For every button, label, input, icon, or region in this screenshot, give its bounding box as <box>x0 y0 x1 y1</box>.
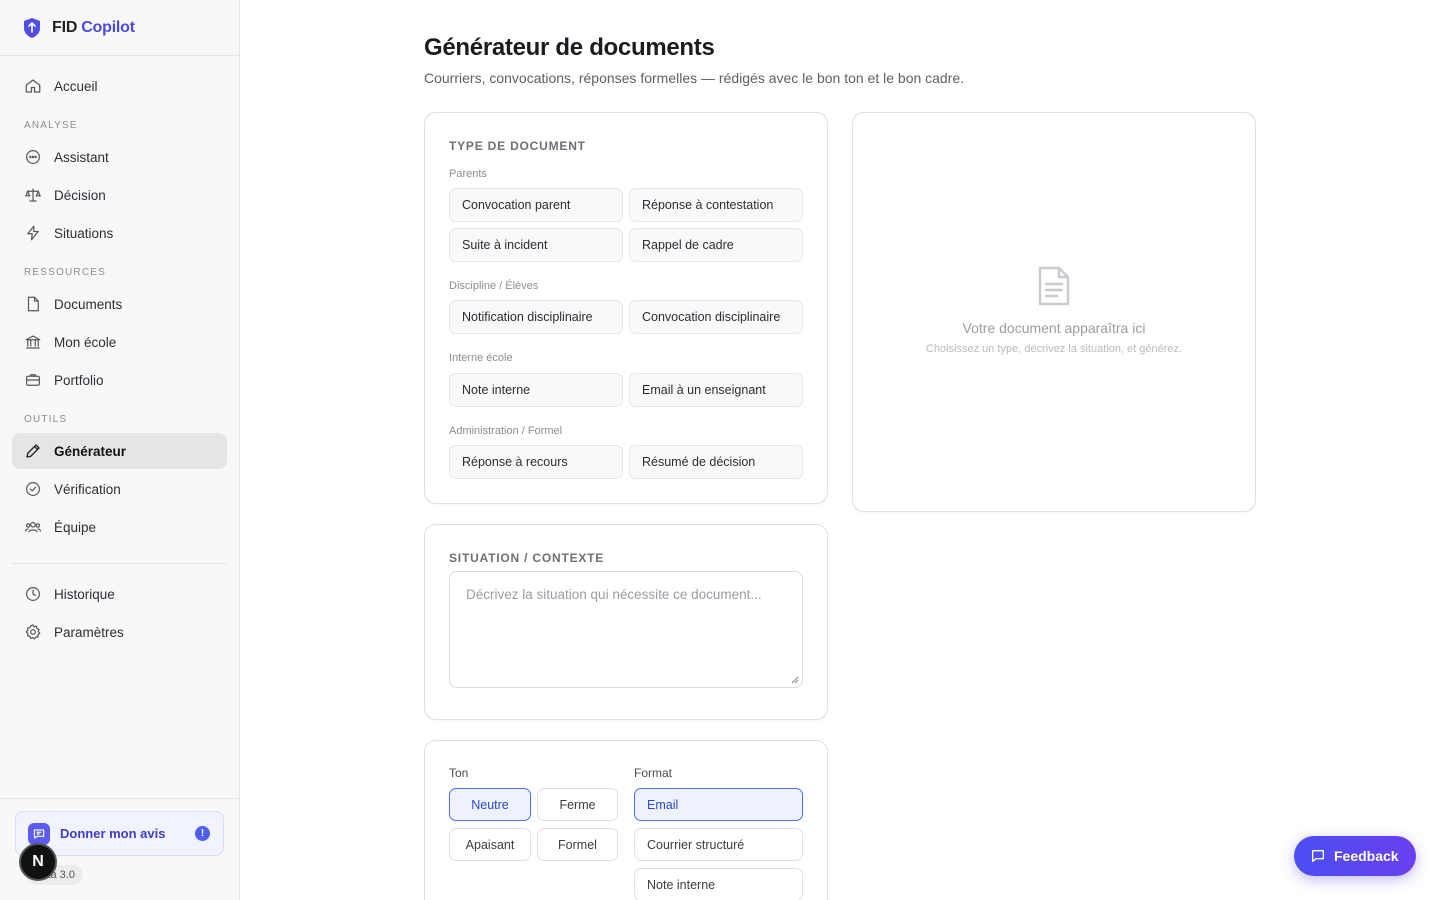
sidebar-footer: Donner mon avis ! Beta 3.0 N <box>0 798 239 900</box>
nav-label: Historique <box>54 586 115 602</box>
brand-name-accent: Copilot <box>81 18 135 36</box>
briefcase-icon <box>24 371 42 389</box>
document-icon <box>24 295 42 313</box>
nav-label: Portfolio <box>54 372 104 388</box>
nav-item-mon-ecole[interactable]: Mon école <box>12 324 227 360</box>
nav-item-accueil[interactable]: Accueil <box>12 68 227 104</box>
option-convocation-parent[interactable]: Convocation parent <box>449 188 623 222</box>
nav-item-equipe[interactable]: Équipe <box>12 509 227 545</box>
home-icon <box>24 77 42 95</box>
nav-item-generateur[interactable]: Générateur <box>12 433 227 469</box>
nav-item-situations[interactable]: Situations <box>12 215 227 251</box>
situation-card: SITUATION / CONTEXTE Décrivez la situati… <box>424 524 828 720</box>
format-option-email[interactable]: Email <box>634 788 803 821</box>
option-reponse-recours[interactable]: Réponse à recours <box>449 445 623 479</box>
tone-option-formel[interactable]: Formel <box>537 828 618 861</box>
shield-logo-icon <box>24 17 40 38</box>
format-label: Format <box>634 766 673 780</box>
format-option-note-interne[interactable]: Note interne <box>634 868 803 900</box>
nav-item-portfolio[interactable]: Portfolio <box>12 362 227 398</box>
gear-icon <box>24 623 42 641</box>
nav-label: Assistant <box>54 149 109 165</box>
card-title: TYPE DE DOCUMENT <box>449 139 586 153</box>
tone-format-card: Ton Neutre Ferme Apaisant Formel Format … <box>424 740 828 900</box>
page-subtitle: Courriers, convocations, réponses formel… <box>424 70 965 86</box>
floating-feedback-label: Feedback <box>1334 848 1399 864</box>
main-nav: Accueil ANALYSE Assistant Décision Situa… <box>0 56 239 650</box>
card-title: SITUATION / CONTEXTE <box>449 551 605 565</box>
brand-name: FID <box>52 18 78 36</box>
option-notification-disciplinaire[interactable]: Notification disciplinaire <box>449 300 623 334</box>
nav-label: Vérification <box>54 481 121 497</box>
main-content: Générateur de documents Courriers, convo… <box>240 0 1440 900</box>
preview-empty-title: Votre document apparaîtra ici <box>962 320 1146 336</box>
tone-label: Ton <box>449 766 469 780</box>
scales-icon <box>24 186 42 204</box>
tone-option-ferme[interactable]: Ferme <box>537 788 618 821</box>
nav-label: Documents <box>54 296 123 312</box>
document-placeholder-icon <box>1038 266 1070 306</box>
message-icon <box>28 822 50 845</box>
option-rappel-cadre[interactable]: Rappel de cadre <box>629 228 803 262</box>
nav-label: Accueil <box>54 78 98 94</box>
page-title: Générateur de documents <box>424 34 715 61</box>
lightning-icon <box>24 224 42 242</box>
document-type-card: TYPE DE DOCUMENT Parents Convocation par… <box>424 112 828 504</box>
section-label-analyse: ANALYSE <box>24 120 78 131</box>
divider <box>12 563 227 564</box>
nav-item-parametres[interactable]: Paramètres <box>12 614 227 650</box>
brand[interactable]: FID Copilot <box>0 0 239 56</box>
tone-option-apaisant[interactable]: Apaisant <box>449 828 531 861</box>
section-label-ressources: RESSOURCES <box>24 267 107 278</box>
nav-label: Situations <box>54 225 114 241</box>
message-square-icon <box>1312 850 1324 862</box>
nav-item-historique[interactable]: Historique <box>12 576 227 612</box>
option-convocation-disciplinaire[interactable]: Convocation disciplinaire <box>629 300 803 334</box>
group-label-administration: Administration / Formel <box>449 425 563 437</box>
nav-item-assistant[interactable]: Assistant <box>12 139 227 175</box>
preview-empty-subtitle: Choisissez un type, décrivez la situatio… <box>925 343 1183 355</box>
option-reponse-contestation[interactable]: Réponse à contestation <box>629 188 803 222</box>
option-note-interne[interactable]: Note interne <box>449 373 623 407</box>
nav-label: Paramètres <box>54 624 124 640</box>
option-suite-incident[interactable]: Suite à incident <box>449 228 623 262</box>
nav-item-documents[interactable]: Documents <box>12 286 227 322</box>
give-feedback-label: Donner mon avis <box>60 826 166 841</box>
nav-item-verification[interactable]: Vérification <box>12 471 227 507</box>
resize-handle-icon[interactable] <box>791 676 799 684</box>
situation-textarea[interactable]: Décrivez la situation qui nécessite ce d… <box>449 571 803 688</box>
group-label-discipline: Discipline / Élèves <box>449 280 539 292</box>
group-label-parents: Parents <box>449 168 487 180</box>
team-icon <box>24 518 42 536</box>
nav-item-decision[interactable]: Décision <box>12 177 227 213</box>
school-building-icon <box>24 333 42 351</box>
option-email-enseignant[interactable]: Email à un enseignant <box>629 373 803 407</box>
nav-label: Décision <box>54 187 106 203</box>
preview-card: Votre document apparaîtra ici Choisissez… <box>852 112 1256 512</box>
nav-label: Équipe <box>54 519 97 535</box>
check-circle-icon <box>24 480 42 498</box>
floating-feedback-button[interactable]: Feedback <box>1294 836 1416 876</box>
sidebar: FID Copilot Accueil ANALYSE Assistant Dé… <box>0 0 240 900</box>
tone-option-neutre[interactable]: Neutre <box>449 788 531 821</box>
section-label-outils: OUTILS <box>24 414 68 425</box>
pencil-icon <box>24 442 42 460</box>
nav-label: Générateur <box>54 443 127 459</box>
nav-label: Mon école <box>54 334 117 350</box>
chat-bubble-icon <box>24 148 42 166</box>
avatar[interactable]: N <box>19 843 57 881</box>
clock-icon <box>24 585 42 603</box>
notification-badge: ! <box>195 826 210 841</box>
format-option-courrier[interactable]: Courrier structuré <box>634 828 803 861</box>
textarea-placeholder: Décrivez la situation qui nécessite ce d… <box>466 587 762 602</box>
group-label-interne: Interne école <box>449 352 513 364</box>
option-resume-decision[interactable]: Résumé de décision <box>629 445 803 479</box>
